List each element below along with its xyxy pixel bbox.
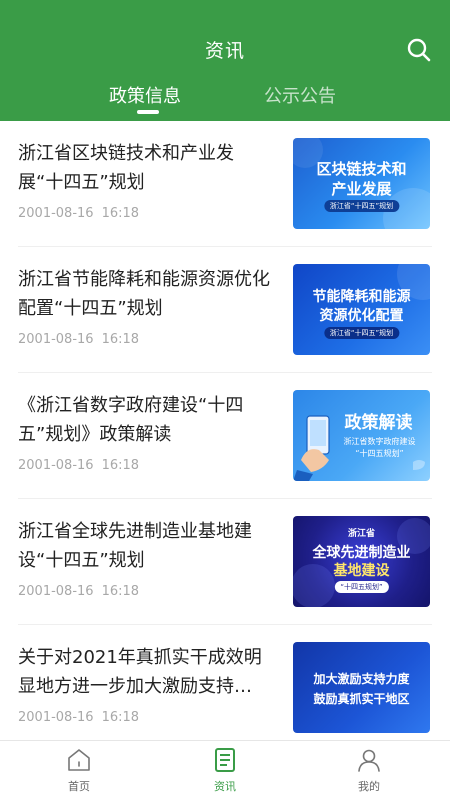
thumb-text: 浙江省数字政府建设 <box>343 437 416 446</box>
news-item[interactable]: 浙江省全球先进制造业基地建设“十四五”规划 2001-08-16 16:18 浙江… <box>18 499 432 625</box>
bottom-tab-bar: 首页 资讯 我的 <box>0 740 450 800</box>
news-thumbnail: 加大激励支持力度 鼓励真抓实干地区 <box>293 642 430 733</box>
thumb-subtext: 浙江省“十四五”规划 <box>323 200 400 212</box>
thumb-text: 浙江省 <box>347 529 375 539</box>
news-date: 2001-08-16 <box>18 710 94 725</box>
news-timestamp: 2001-08-16 16:18 <box>18 206 139 221</box>
news-item[interactable]: 浙江省节能降耗和能源资源优化配置“十四五”规划 2001-08-16 16:18 … <box>18 247 432 373</box>
thumb-text: 区块链技术和 <box>316 160 407 178</box>
thumb-text: 产业发展 <box>331 180 392 198</box>
category-tabs: 政策信息 公示公告 <box>0 82 450 121</box>
news-icon <box>215 748 235 772</box>
news-date: 2001-08-16 <box>18 206 94 221</box>
active-tab-indicator <box>137 110 159 114</box>
user-icon <box>358 749 380 772</box>
news-thumbnail: 区块链技术和 产业发展 浙江省“十四五”规划 <box>293 138 430 229</box>
app-header: 资讯 政策信息 公示公告 <box>0 0 450 121</box>
tab-public-notice[interactable]: 公示公告 <box>264 82 336 121</box>
news-date: 2001-08-16 <box>18 458 94 473</box>
news-time: 16:18 <box>101 458 140 473</box>
news-date: 2001-08-16 <box>18 584 94 599</box>
thumb-text: 全球先进制造业 <box>312 545 411 561</box>
tabbar-label: 资讯 <box>214 780 236 793</box>
news-thumbnail: 节能降耗和能源 资源优化配置 浙江省“十四五”规划 <box>293 264 430 355</box>
news-title: 关于对2021年真抓实干成效明显地方进一步加大激励支持… <box>18 647 262 697</box>
news-time: 16:18 <box>101 332 140 347</box>
thumb-text: 节能降耗和能源 <box>312 289 411 305</box>
news-timestamp: 2001-08-16 16:18 <box>18 458 139 473</box>
tabbar-label: 我的 <box>358 780 380 793</box>
thumb-subtext: “十四五规划” <box>334 581 389 593</box>
news-thumbnail: 浙江省 全球先进制造业 基地建设 “十四五规划” <box>293 516 430 607</box>
tabbar-home[interactable]: 首页 <box>34 747 124 794</box>
news-time: 16:18 <box>101 710 140 725</box>
news-time: 16:18 <box>101 584 140 599</box>
search-icon[interactable] <box>406 37 432 63</box>
thumb-text: 资源优化配置 <box>319 308 404 324</box>
news-item[interactable]: 《浙江省数字政府建设“十四五”规划》政策解读 2001-08-16 16:18 政… <box>18 373 432 499</box>
page-title: 资讯 <box>204 40 245 62</box>
news-item[interactable]: 浙江省区块链技术和产业发展“十四五”规划 2001-08-16 16:18 区块链… <box>18 121 432 247</box>
news-timestamp: 2001-08-16 16:18 <box>18 584 139 599</box>
home-icon <box>68 749 90 771</box>
news-title: 浙江省区块链技术和产业发展“十四五”规划 <box>18 143 234 193</box>
thumb-text: 政策解读 <box>344 413 413 433</box>
news-title: 《浙江省数字政府建设“十四五”规划》政策解读 <box>18 395 244 445</box>
thumb-text: 加大激励支持力度 <box>313 672 410 686</box>
news-title: 浙江省全球先进制造业基地建设“十四五”规划 <box>18 521 252 571</box>
news-item[interactable]: 关于对2021年真抓实干成效明显地方进一步加大激励支持… 2001-08-16 1… <box>18 625 432 751</box>
news-date: 2001-08-16 <box>18 332 94 347</box>
thumb-subtext: 浙江省“十四五”规划 <box>323 327 400 339</box>
news-thumbnail: 政策解读 浙江省数字政府建设 “十四五规划” <box>293 390 430 481</box>
news-title: 浙江省节能降耗和能源资源优化配置“十四五”规划 <box>18 269 270 319</box>
news-timestamp: 2001-08-16 16:18 <box>18 332 139 347</box>
tab-policy-info[interactable]: 政策信息 <box>109 82 181 121</box>
thumb-text: 鼓励真抓实干地区 <box>313 692 410 706</box>
news-timestamp: 2001-08-16 16:18 <box>18 710 139 725</box>
thumb-text: “十四五规划” <box>355 449 404 458</box>
news-list: 浙江省区块链技术和产业发展“十四五”规划 2001-08-16 16:18 区块链… <box>0 121 450 751</box>
news-time: 16:18 <box>101 206 140 221</box>
tabbar-me[interactable]: 我的 <box>324 747 414 794</box>
thumb-text: 基地建设 <box>333 563 390 579</box>
tabbar-label: 首页 <box>68 780 90 793</box>
tabbar-news[interactable]: 资讯 <box>180 747 270 794</box>
